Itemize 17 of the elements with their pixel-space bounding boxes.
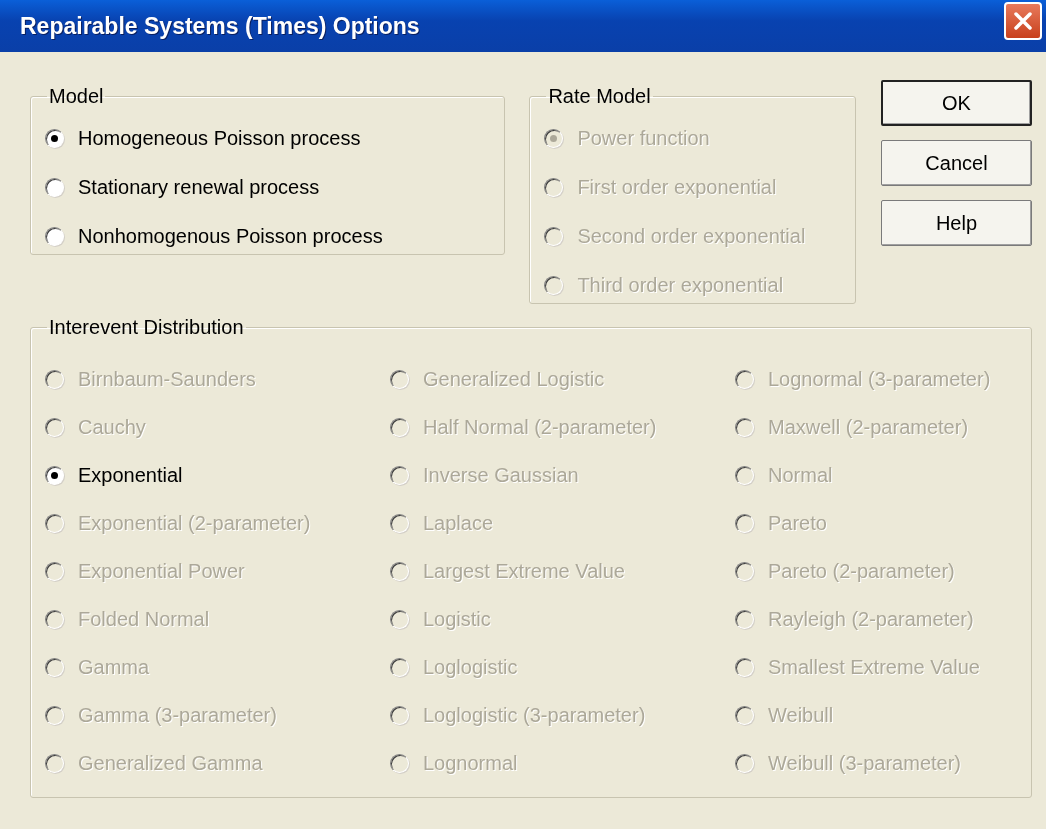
group-title: Interevent Distribution [48,316,245,339]
group-title: Model [48,85,105,108]
dialog-button[interactable]: Cancel [881,140,1032,186]
close-icon [1012,10,1034,32]
group-title: Rate Model [547,85,652,108]
radio-button[interactable] [45,129,64,148]
radio-label[interactable]: Homogeneous Poisson process [78,127,361,150]
radio-button[interactable] [45,178,64,197]
radio-button[interactable] [45,227,64,246]
radio-button[interactable] [45,465,64,485]
window-title: Repairable Systems (Times) Options [20,12,420,40]
radio-label[interactable]: Stationary renewal process [78,176,320,199]
dialog-button[interactable]: Help [881,200,1032,246]
radio-label[interactable]: Exponential [78,463,183,487]
radio-label[interactable]: Nonhomogenous Poisson process [78,225,383,248]
dialog-button[interactable]: OK [881,80,1032,126]
close-button[interactable] [1004,2,1042,40]
